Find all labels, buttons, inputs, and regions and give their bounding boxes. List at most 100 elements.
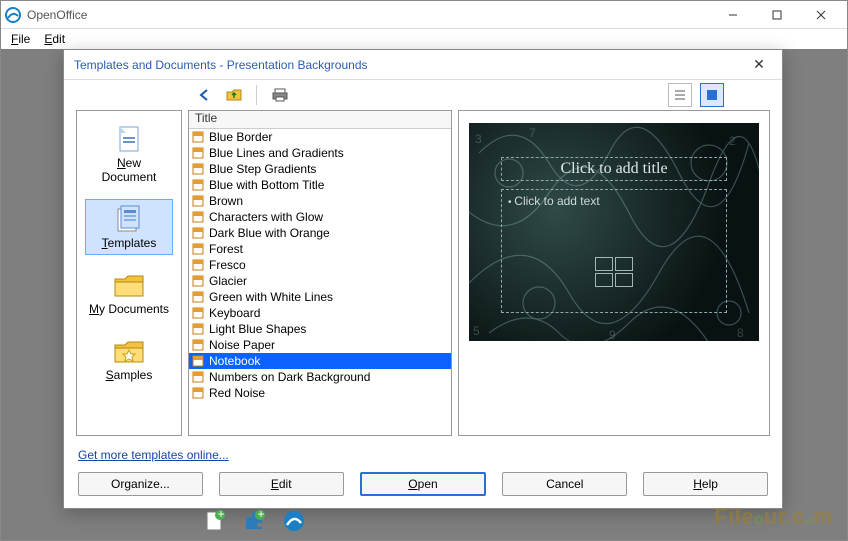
- template-file-icon: [191, 387, 205, 399]
- window-buttons: [711, 1, 843, 29]
- preview-pane: 372 598 Click to add title • Click to ad…: [458, 110, 770, 436]
- template-file-icon: [191, 131, 205, 143]
- nav-label: Samples: [106, 368, 153, 382]
- template-icon: [111, 204, 147, 234]
- template-file-icon: [191, 259, 205, 271]
- list-item-label: Characters with Glow: [209, 210, 323, 224]
- up-folder-button[interactable]: [222, 83, 246, 107]
- more-templates-link[interactable]: Get more templates online...: [78, 448, 229, 462]
- organize-button[interactable]: Organize...: [78, 472, 203, 496]
- slide-title-placeholder: Click to add title: [501, 157, 727, 181]
- list-item[interactable]: Keyboard: [189, 305, 451, 321]
- list-item-label: Blue Step Gradients: [209, 162, 316, 176]
- template-file-icon: [191, 339, 205, 351]
- list-item-label: Dark Blue with Orange: [209, 226, 330, 240]
- openoffice-icon[interactable]: [281, 508, 307, 534]
- edit-button[interactable]: Edit: [219, 472, 344, 496]
- view-preview-button[interactable]: [700, 83, 724, 107]
- list-item-label: Green with White Lines: [209, 290, 333, 304]
- template-file-icon: [191, 195, 205, 207]
- list-item-label: Blue Border: [209, 130, 272, 144]
- list-item-label: Blue Lines and Gradients: [209, 146, 344, 160]
- list-item-label: Numbers on Dark Background: [209, 370, 370, 384]
- list-item[interactable]: Blue with Bottom Title: [189, 177, 451, 193]
- svg-text:+: +: [258, 509, 265, 521]
- template-file-icon: [191, 227, 205, 239]
- nav-label: Templates: [102, 236, 157, 250]
- dialog-close-button[interactable]: ✕: [746, 56, 772, 73]
- list-item[interactable]: Red Noise: [189, 385, 451, 401]
- list-item[interactable]: Dark Blue with Orange: [189, 225, 451, 241]
- cancel-button[interactable]: Cancel: [502, 472, 627, 496]
- new-doc-icon[interactable]: +: [201, 508, 227, 534]
- menu-file[interactable]: File: [5, 30, 36, 48]
- list-item[interactable]: Characters with Glow: [189, 209, 451, 225]
- template-file-icon: [191, 163, 205, 175]
- nav-item-samples[interactable]: Samples: [85, 331, 173, 387]
- list-item[interactable]: Blue Step Gradients: [189, 161, 451, 177]
- list-body[interactable]: Blue Border Blue Lines and Gradients Blue …: [189, 129, 451, 435]
- slide-preview: 372 598 Click to add title • Click to ad…: [469, 123, 759, 341]
- close-button[interactable]: [799, 1, 843, 29]
- start-center-icons: + +: [201, 508, 307, 534]
- svg-text:9: 9: [609, 328, 616, 341]
- category-nav: New Document Templates My Documents Samples: [76, 110, 182, 436]
- slide-text-placeholder: • Click to add text: [501, 189, 727, 313]
- menu-edit[interactable]: Edit: [38, 30, 71, 48]
- template-file-icon: [191, 291, 205, 303]
- help-button[interactable]: Help: [643, 472, 768, 496]
- list-item[interactable]: Light Blue Shapes: [189, 321, 451, 337]
- list-item[interactable]: Blue Border: [189, 129, 451, 145]
- minimize-button[interactable]: [711, 1, 755, 29]
- template-file-icon: [191, 371, 205, 383]
- view-details-button[interactable]: [668, 83, 692, 107]
- open-button[interactable]: Open: [360, 472, 487, 496]
- template-file-icon: [191, 147, 205, 159]
- app-icon: [5, 7, 21, 23]
- template-list: Title Blue Border Blue Lines and Gradient…: [188, 110, 452, 436]
- template-file-icon: [191, 243, 205, 255]
- dialog-titlebar: Templates and Documents - Presentation B…: [64, 50, 782, 80]
- svg-text:5: 5: [473, 324, 480, 338]
- nav-item-my-documents[interactable]: My Documents: [85, 265, 173, 321]
- list-item-label: Notebook: [209, 354, 260, 368]
- list-item-label: Fresco: [209, 258, 246, 272]
- svg-text:3: 3: [475, 132, 482, 146]
- svg-text:+: +: [218, 509, 225, 521]
- toolbar-separator: [256, 85, 258, 105]
- insert-table-icon: [595, 257, 613, 271]
- list-item[interactable]: Forest: [189, 241, 451, 257]
- nav-item-new-document[interactable]: New Document: [85, 119, 173, 189]
- list-item[interactable]: Fresco: [189, 257, 451, 273]
- list-item-label: Brown: [209, 194, 243, 208]
- list-item[interactable]: Blue Lines and Gradients: [189, 145, 451, 161]
- extension-icon[interactable]: +: [241, 508, 267, 534]
- nav-item-templates[interactable]: Templates: [85, 199, 173, 255]
- main-window: OpenOffice File Edit Templates and Docum…: [0, 0, 848, 541]
- list-item[interactable]: Numbers on Dark Background: [189, 369, 451, 385]
- dialog-button-row: Organize... Edit Open Cancel Help: [64, 464, 782, 508]
- doc-icon: [111, 124, 147, 154]
- list-item[interactable]: Glacier: [189, 273, 451, 289]
- maximize-button[interactable]: [755, 1, 799, 29]
- list-item[interactable]: Notebook: [189, 353, 451, 369]
- folder-icon: [111, 270, 147, 300]
- list-item-label: Glacier: [209, 274, 247, 288]
- list-item-label: Noise Paper: [209, 338, 275, 352]
- nav-label: My Documents: [89, 302, 169, 316]
- dialog-body: New Document Templates My Documents Samples…: [64, 110, 782, 442]
- link-row: Get more templates online...: [64, 442, 782, 464]
- template-file-icon: [191, 355, 205, 367]
- list-item[interactable]: Brown: [189, 193, 451, 209]
- back-button[interactable]: [192, 83, 216, 107]
- list-item[interactable]: Green with White Lines: [189, 289, 451, 305]
- insert-movie-icon: [615, 273, 633, 287]
- list-header-title[interactable]: Title: [189, 111, 451, 129]
- watermark: FileOur.com: [714, 504, 833, 530]
- dialog-title: Templates and Documents - Presentation B…: [74, 58, 746, 72]
- list-item[interactable]: Noise Paper: [189, 337, 451, 353]
- print-button[interactable]: [268, 83, 292, 107]
- template-file-icon: [191, 179, 205, 191]
- template-file-icon: [191, 275, 205, 287]
- client-area: Templates and Documents - Presentation B…: [1, 49, 847, 540]
